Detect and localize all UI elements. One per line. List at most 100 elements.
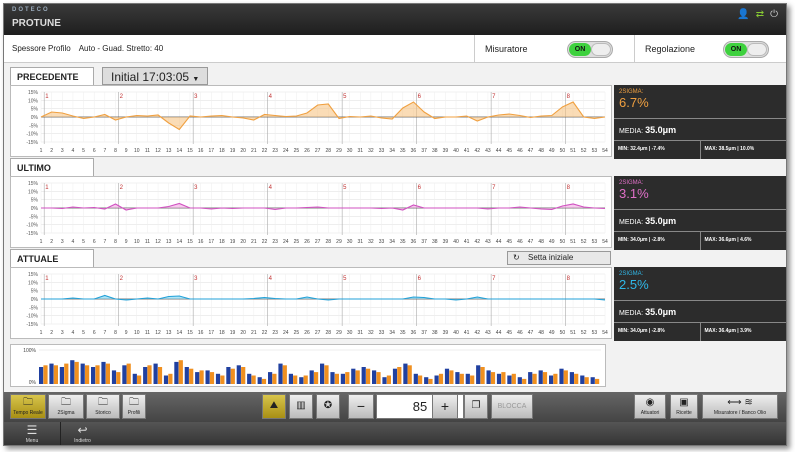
hist-bar — [517, 377, 522, 384]
x-tick-label: 45 — [506, 330, 512, 336]
x-tick-label: 53 — [592, 239, 598, 245]
2sigma-button[interactable]: 🗀 2Sigma — [48, 394, 84, 419]
x-tick-label: 41 — [464, 148, 470, 154]
hist-bar — [261, 378, 267, 384]
x-tick-label: 35 — [400, 239, 406, 245]
x-tick-label: 3 — [61, 239, 64, 245]
storico-button[interactable]: 🗀 Storico — [86, 394, 120, 419]
back-arrow-icon: ↩ — [77, 423, 88, 437]
hist-bar — [85, 365, 90, 384]
chart-ultimo: 15% 10% 5% 0% -5% -10% -15% 1 2 3 4 5 6 7 8 9 10 11 12 13 14… — [10, 176, 612, 248]
hist-bar — [105, 363, 110, 384]
hist-bar — [480, 367, 485, 384]
hist-bar — [528, 372, 533, 384]
x-tick-label: 9 — [125, 148, 128, 154]
x-tick-label: 22 — [262, 330, 268, 336]
user-icon[interactable]: 👤 — [737, 9, 749, 20]
app-window: DOTECO PROTUNE 👤 ⇄ ⏻ Spessore Profilo Aut… — [3, 3, 787, 446]
hist-bar — [43, 365, 48, 384]
blocca-button[interactable]: BLOCCA — [491, 394, 533, 419]
copy-button[interactable]: ❐ — [464, 394, 488, 419]
marker-label: 4 — [269, 185, 273, 191]
x-tick-label: 4 — [72, 239, 75, 245]
hist-bar — [226, 367, 231, 384]
hist-bar — [293, 375, 298, 384]
refresh-icon: ↻ — [513, 253, 520, 262]
plus-icon: + — [440, 398, 450, 414]
x-tick-label: 24 — [283, 330, 289, 336]
hist-bar — [424, 377, 429, 384]
hist-bar — [470, 375, 475, 384]
menu-button[interactable]: ☰ Menu — [12, 422, 52, 445]
tempo-reale-button[interactable]: 🗀 Tempo Reale — [10, 394, 46, 419]
area-chart-button[interactable]: ⛰ — [262, 394, 286, 419]
hist-bar — [101, 361, 106, 384]
sigma-value: 2.5% — [619, 277, 649, 292]
x-tick-label: 1 — [40, 148, 43, 154]
x-tick-label: 21 — [251, 239, 257, 245]
hist-tick-label: 100% — [23, 348, 36, 354]
power-icon[interactable]: ⏻ — [770, 9, 778, 20]
hist-bar — [209, 372, 215, 384]
x-tick-label: 38 — [432, 330, 438, 336]
x-tick-label: 13 — [166, 330, 172, 336]
x-tick-label: 5 — [82, 330, 85, 336]
x-tick-label: 40 — [453, 239, 459, 245]
y-tick-label: -5% — [29, 305, 38, 311]
hist-bar — [122, 365, 127, 384]
x-tick-label: 48 — [538, 148, 544, 154]
hist-bar — [590, 377, 595, 384]
hist-bar — [351, 368, 356, 384]
sync-icon[interactable]: ⇄ — [756, 9, 764, 20]
hist-bar — [324, 365, 329, 384]
x-tick-label: 43 — [485, 148, 491, 154]
tab-ultimo: ULTIMO — [10, 158, 94, 176]
regolazione-toggle[interactable]: ON — [723, 41, 769, 58]
x-tick-label: 47 — [528, 148, 534, 154]
x-tick-label: 39 — [443, 148, 449, 154]
x-tick-label: 1 — [40, 330, 43, 336]
x-tick-label: 46 — [517, 148, 523, 154]
ricette-button[interactable]: ▣ Ricette — [670, 394, 698, 419]
hist-bar — [184, 367, 189, 384]
hist-bar — [64, 363, 69, 384]
x-tick-label: 7 — [103, 330, 106, 336]
indietro-button[interactable]: ↩ Indietro — [60, 422, 104, 445]
marker-label: 8 — [567, 94, 571, 100]
x-tick-label: 23 — [272, 148, 278, 154]
x-tick-label: 8 — [114, 239, 117, 245]
x-tick-label: 41 — [464, 330, 470, 336]
hist-bar — [320, 363, 325, 384]
x-tick-label: 14 — [177, 239, 183, 245]
radar-chart-button[interactable]: ✪ — [316, 394, 340, 419]
x-tick-label: 52 — [581, 239, 587, 245]
x-tick-label: 37 — [421, 239, 427, 245]
x-tick-label: 14 — [177, 148, 183, 154]
x-tick-label: 30 — [347, 330, 353, 336]
x-tick-label: 24 — [283, 239, 289, 245]
marker-label: 3 — [194, 185, 198, 191]
decrease-button[interactable]: − — [348, 394, 374, 419]
hist-bar — [511, 373, 516, 384]
profili-button[interactable]: 🗀 Profili — [122, 394, 146, 419]
bar-chart-button[interactable]: ▥ — [289, 394, 313, 419]
hist-bar — [163, 375, 169, 384]
attuatori-button[interactable]: ◉ Attuatori — [634, 394, 666, 419]
hist-bar — [53, 365, 58, 384]
x-tick-label: 19 — [230, 148, 236, 154]
increase-button[interactable]: + — [432, 394, 458, 419]
misuratore-banco-button[interactable]: ⟷ ≋ Misuratore / Banco Olio — [702, 394, 778, 419]
setta-iniziale-button[interactable]: ↻ Setta iniziale — [507, 251, 611, 265]
x-tick-label: 31 — [357, 239, 363, 245]
time-select[interactable]: Initial 17:03:05 ▼ — [102, 67, 209, 85]
y-tick-label: -15% — [26, 140, 38, 146]
hist-bar — [95, 365, 100, 384]
tab-precedente: PRECEDENTE — [10, 67, 94, 85]
misuratore-toggle[interactable]: ON — [567, 41, 613, 58]
x-tick-label: 52 — [581, 330, 587, 336]
hist-bar — [434, 375, 439, 384]
y-tick-label: 10% — [28, 280, 39, 286]
hist-bar — [70, 360, 75, 384]
hist-bar — [49, 363, 54, 384]
x-tick-label: 44 — [496, 239, 502, 245]
